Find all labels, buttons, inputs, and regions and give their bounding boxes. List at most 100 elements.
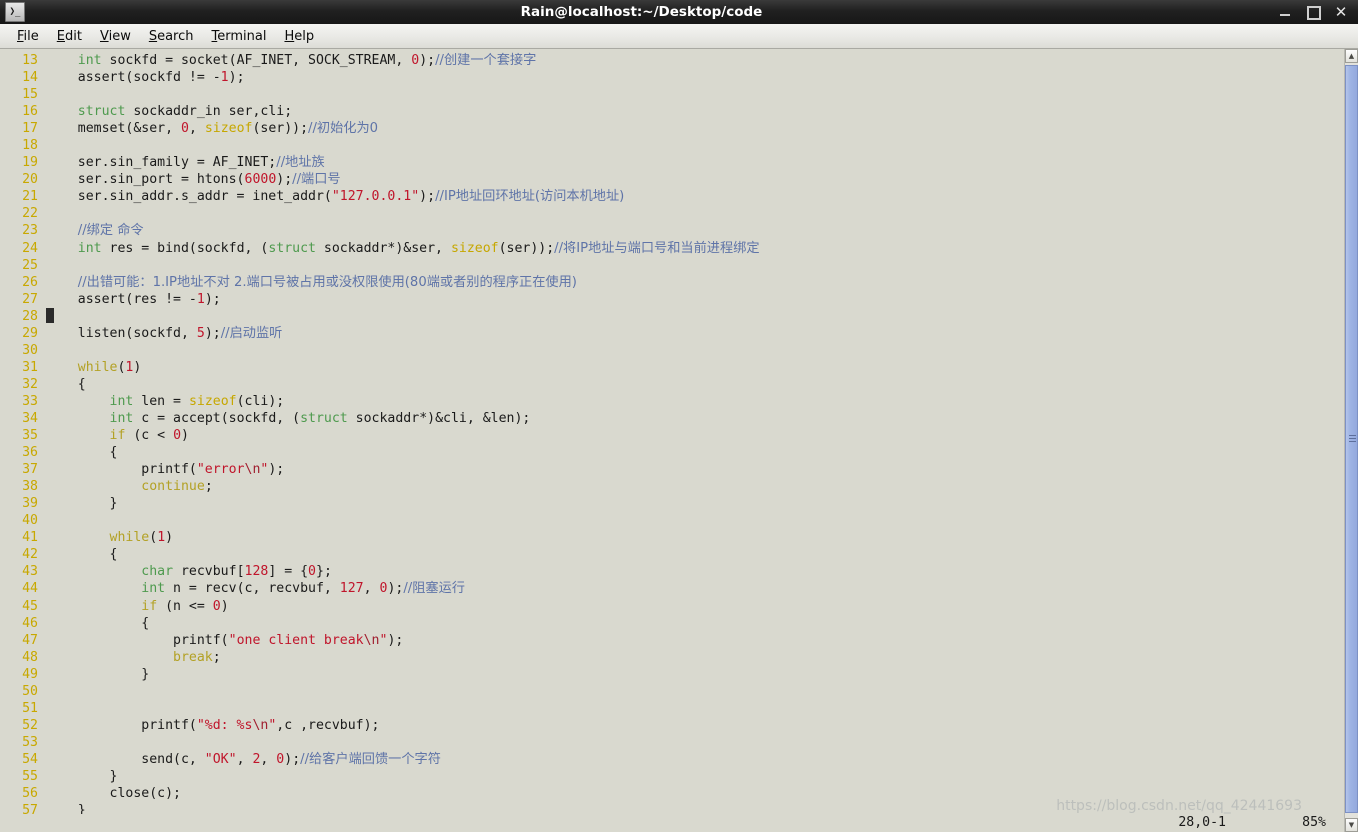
code-token: , [189,121,205,136]
line-number: 30 [0,342,46,359]
menu-label: erminal [217,29,266,44]
code-line: 29 listen(sockfd, 5);//启动监听 [0,325,1344,342]
maximize-icon[interactable] [1306,5,1320,19]
line-number: 31 [0,359,46,376]
code-token: \n [364,633,380,648]
code-token: listen(sockfd, [46,326,197,341]
code-token: ); [205,326,221,341]
line-number: 43 [0,563,46,580]
code-line: 42 { [0,546,1344,563]
code-line: 21 ser.sin_addr.s_addr = inet_addr("127.… [0,188,1344,205]
line-number: 21 [0,188,46,205]
line-number: 32 [0,376,46,393]
code-token: 1 [197,292,205,307]
code-token: int [141,581,165,596]
code-token: ); [268,462,284,477]
line-text: struct sockaddr_in ser,cli; [46,103,292,120]
code-token: , [364,581,380,596]
menu-bar: FileEditViewSearchTerminalHelp [0,24,1358,49]
menu-mnemonic: S [149,29,157,44]
code-line: 17 memset(&ser, 0, sizeof(ser));//初始化为0 [0,120,1344,137]
scroll-up-arrow-icon[interactable]: ▲ [1345,49,1358,63]
code-token: assert(sockfd != - [46,70,221,85]
code-token: ] = { [268,564,308,579]
scrollbar-thumb[interactable] [1345,65,1358,813]
terminal-icon-glyph: ❯_ [10,7,21,17]
vertical-scrollbar[interactable]: ▲ ▼ [1344,49,1358,832]
line-number: 51 [0,700,46,717]
code-token [46,360,78,375]
code-token: //创建一个套接字 [435,53,536,68]
code-line: 55 } [0,768,1344,785]
menu-item-view[interactable]: View [91,27,140,46]
code-line: 13 int sockfd = socket(AF_INET, SOCK_STR… [0,52,1344,69]
menu-item-file[interactable]: File [8,27,48,46]
menu-mnemonic: E [57,29,65,44]
code-line: 34 int c = accept(sockfd, (struct sockad… [0,410,1344,427]
line-text: //出错可能：1.IP地址不对 2.端口号被占用或没权限使用(80端或者别的程序… [46,274,577,291]
code-token [46,599,141,614]
line-number: 41 [0,529,46,546]
scroll-down-arrow-icon[interactable]: ▼ [1345,818,1358,832]
code-token: ); [229,70,245,85]
line-text: int len = sizeof(cli); [46,393,284,410]
code-line: 44 int n = recv(c, recvbuf, 127, 0);//阻塞… [0,580,1344,597]
code-token: (ser)); [499,241,555,256]
code-token: char [141,564,173,579]
code-line: 14 assert(sockfd != -1); [0,69,1344,86]
code-token [46,53,78,68]
code-line: 54 send(c, "OK", 2, 0);//给客户端回馈一个字符 [0,751,1344,768]
line-number: 16 [0,103,46,120]
code-line: 30 [0,342,1344,359]
code-token: 128 [245,564,269,579]
code-token: //初始化为0 [308,121,378,136]
code-token: assert(res != - [46,292,197,307]
line-text: break; [46,649,221,666]
code-line: 31 while(1) [0,359,1344,376]
code-token: ) [181,428,189,443]
menu-item-terminal[interactable]: Terminal [203,27,276,46]
menu-mnemonic: H [284,29,294,44]
code-token: res = bind(sockfd, ( [102,241,269,256]
line-number: 38 [0,478,46,495]
line-number: 19 [0,154,46,171]
close-icon[interactable]: ✕ [1334,5,1348,19]
code-token: \n [245,462,261,477]
code-token: 127 [340,581,364,596]
terminal-content[interactable]: 13 int sockfd = socket(AF_INET, SOCK_STR… [0,49,1344,832]
code-line: 51 [0,700,1344,717]
code-line: 33 int len = sizeof(cli); [0,393,1344,410]
code-token: //出错可能：1.IP地址不对 2.端口号被占用或没权限使用(80端或者别的程序… [78,275,577,290]
code-token: while [110,530,150,545]
menu-item-edit[interactable]: Edit [48,27,91,46]
code-token: send(c, [46,752,205,767]
minimize-icon[interactable] [1278,5,1292,19]
code-line: 24 int res = bind(sockfd, (struct sockad… [0,240,1344,257]
code-token: (n <= [157,599,213,614]
code-token: } [46,769,117,784]
line-number: 34 [0,410,46,427]
line-number: 20 [0,171,46,188]
menu-mnemonic: V [100,29,109,44]
code-token [46,223,78,238]
line-number: 44 [0,580,46,597]
menu-item-help[interactable]: Help [275,27,323,46]
code-token: struct [300,411,348,426]
menu-item-search[interactable]: Search [140,27,203,46]
line-text: } [46,768,117,785]
code-token [46,411,110,426]
line-text: printf("error\n"); [46,461,284,478]
line-text: close(c); [46,785,181,802]
cursor-position: 28,0-1 [1178,814,1226,831]
line-text: memset(&ser, 0, sizeof(ser));//初始化为0 [46,120,378,137]
code-token: printf( [46,462,197,477]
code-token: //IP地址回环地址(访问本机地址) [435,189,624,204]
code-token: ); [419,53,435,68]
code-line: 35 if (c < 0) [0,427,1344,444]
code-token: //阻塞运行 [403,581,465,596]
line-number: 22 [0,205,46,222]
line-number: 26 [0,274,46,291]
code-line: 48 break; [0,649,1344,666]
line-number: 33 [0,393,46,410]
line-number: 39 [0,495,46,512]
